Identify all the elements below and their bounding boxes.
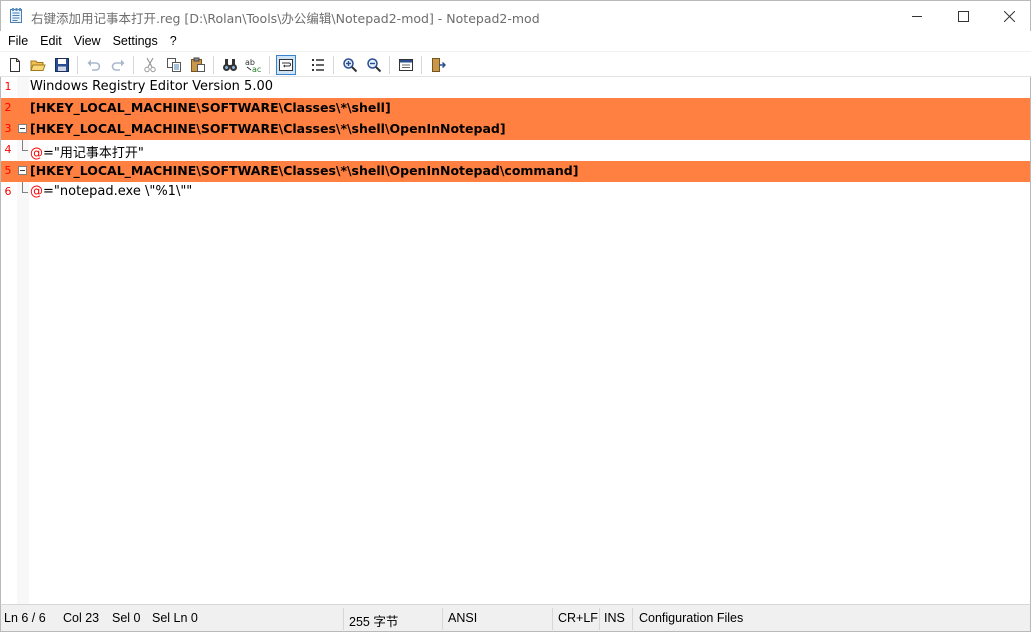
- line-text: [HKEY_LOCAL_MACHINE\SOFTWARE\Classes\*\s…: [30, 121, 506, 136]
- maximize-button[interactable]: [940, 1, 986, 31]
- status-separator: [442, 608, 443, 630]
- zoom-out-button[interactable]: [364, 55, 384, 75]
- line-number: 6: [4, 185, 12, 198]
- undo-button[interactable]: [84, 55, 104, 75]
- maximize-icon: [957, 10, 969, 22]
- menu-help[interactable]: ?: [164, 34, 183, 48]
- replace-button[interactable]: ab ac: [244, 55, 264, 75]
- editor-line-3: 3 [HKEY_LOCAL_MACHINE\SOFTWARE\Classes\*…: [1, 119, 1030, 140]
- status-bar: Ln 6 / 6 Col 23 Sel 0 Sel Ln 0 255 字节 AN…: [0, 604, 1031, 632]
- toolbar: ab ac: [0, 51, 1031, 77]
- scheme-button[interactable]: [396, 55, 416, 75]
- cut-icon: [144, 57, 156, 73]
- scheme-icon: [399, 59, 413, 71]
- status-file-size: 255 字节: [349, 615, 399, 629]
- line-text: ="notepad.exe \"%1\"": [43, 184, 193, 199]
- fold-guide-end: [22, 150, 28, 151]
- at-sign: @: [30, 184, 43, 199]
- toolbar-separator: [133, 56, 134, 74]
- copy-icon: [167, 58, 181, 72]
- status-encoding[interactable]: ANSI: [448, 611, 477, 625]
- cut-button[interactable]: [140, 55, 160, 75]
- status-scheme[interactable]: Configuration Files: [639, 611, 743, 625]
- open-folder-icon: [30, 60, 46, 71]
- toolbar-separator: [421, 56, 422, 74]
- redo-button[interactable]: [108, 55, 128, 75]
- show-list-button[interactable]: [308, 55, 328, 75]
- replace-icon: abac: [245, 58, 261, 73]
- menu-file[interactable]: File: [2, 34, 34, 48]
- find-button[interactable]: [220, 55, 240, 75]
- toolbar-separator: [389, 56, 390, 74]
- line-text: ="用记事本打开": [43, 146, 144, 161]
- paste-button[interactable]: [188, 55, 208, 75]
- status-line: Ln 6 / 6: [4, 611, 46, 625]
- new-file-icon: [10, 58, 20, 72]
- toolbar-separator: [77, 56, 78, 74]
- status-separator: [552, 608, 553, 630]
- editor-line-4: 4 @="用记事本打开": [1, 140, 1030, 161]
- undo-icon: [87, 59, 101, 71]
- menu-settings[interactable]: Settings: [107, 34, 164, 48]
- line-text: [HKEY_LOCAL_MACHINE\SOFTWARE\Classes\*\s…: [30, 100, 391, 115]
- menu-edit[interactable]: Edit: [34, 34, 68, 48]
- line-number: 1: [4, 80, 12, 93]
- close-icon: [1003, 10, 1015, 22]
- redo-icon: [111, 59, 125, 71]
- status-selection: Sel 0: [112, 611, 141, 625]
- menu-view[interactable]: View: [68, 34, 107, 48]
- window-title: 右键添加用记事本打开.reg [D:\Rolan\Tools\办公编辑\Note…: [31, 11, 540, 26]
- zoom-in-icon: [343, 58, 358, 73]
- minimize-button[interactable]: [894, 1, 940, 31]
- editor-line-1: 1 Windows Registry Editor Version 5.00: [1, 77, 1030, 98]
- line-number: 3: [4, 122, 12, 135]
- word-wrap-toggle[interactable]: [276, 55, 296, 75]
- editor-line-6: 6 @="notepad.exe \"%1\"": [1, 182, 1030, 203]
- exit-icon: [432, 58, 446, 72]
- paste-icon: [191, 57, 205, 72]
- open-file-button[interactable]: [28, 55, 48, 75]
- at-sign: @: [30, 146, 43, 161]
- status-line-ending[interactable]: CR+LF: [558, 611, 598, 625]
- find-icon: [223, 59, 237, 71]
- editor-area[interactable]: 1 Windows Registry Editor Version 5.00 2…: [0, 77, 1031, 604]
- editor-line-5: 5 [HKEY_LOCAL_MACHINE\SOFTWARE\Classes\*…: [1, 161, 1030, 182]
- toolbar-separator: [333, 56, 334, 74]
- fold-collapse-icon[interactable]: [18, 166, 27, 175]
- title-bar: 右键添加用记事本打开.reg [D:\Rolan\Tools\办公编辑\Note…: [0, 0, 1031, 31]
- notepad-app-icon: [9, 8, 24, 24]
- toolbar-separator: [213, 56, 214, 74]
- menu-bar: File Edit View Settings ?: [0, 31, 1031, 51]
- status-column: Col 23: [63, 611, 100, 625]
- save-icon: [55, 58, 69, 72]
- line-number: 4: [4, 143, 12, 156]
- show-list-icon: [312, 59, 324, 71]
- line-text: Windows Registry Editor Version 5.00: [30, 79, 274, 94]
- close-button[interactable]: [986, 1, 1031, 31]
- status-selection-lines: Sel Ln 0: [152, 611, 198, 625]
- word-wrap-icon: [279, 59, 293, 71]
- save-button[interactable]: [52, 55, 72, 75]
- zoom-in-button[interactable]: [340, 55, 360, 75]
- new-file-button[interactable]: [5, 55, 25, 75]
- exit-button[interactable]: [428, 55, 448, 75]
- status-separator: [599, 608, 600, 630]
- line-text: [HKEY_LOCAL_MACHINE\SOFTWARE\Classes\*\s…: [30, 163, 579, 178]
- line-number: 2: [4, 101, 12, 114]
- status-insert-mode[interactable]: INS: [604, 611, 625, 625]
- line-number: 5: [4, 164, 12, 177]
- minimize-icon: [911, 15, 922, 17]
- fold-guide-end: [22, 192, 28, 193]
- status-separator: [632, 608, 633, 630]
- editor-line-2: 2 [HKEY_LOCAL_MACHINE\SOFTWARE\Classes\*…: [1, 98, 1030, 119]
- zoom-out-icon: [367, 58, 382, 73]
- fold-collapse-icon[interactable]: [18, 124, 27, 133]
- status-separator: [343, 608, 344, 630]
- copy-button[interactable]: [164, 55, 184, 75]
- svg-text:ac: ac: [252, 65, 261, 73]
- toolbar-separator: [269, 56, 270, 74]
